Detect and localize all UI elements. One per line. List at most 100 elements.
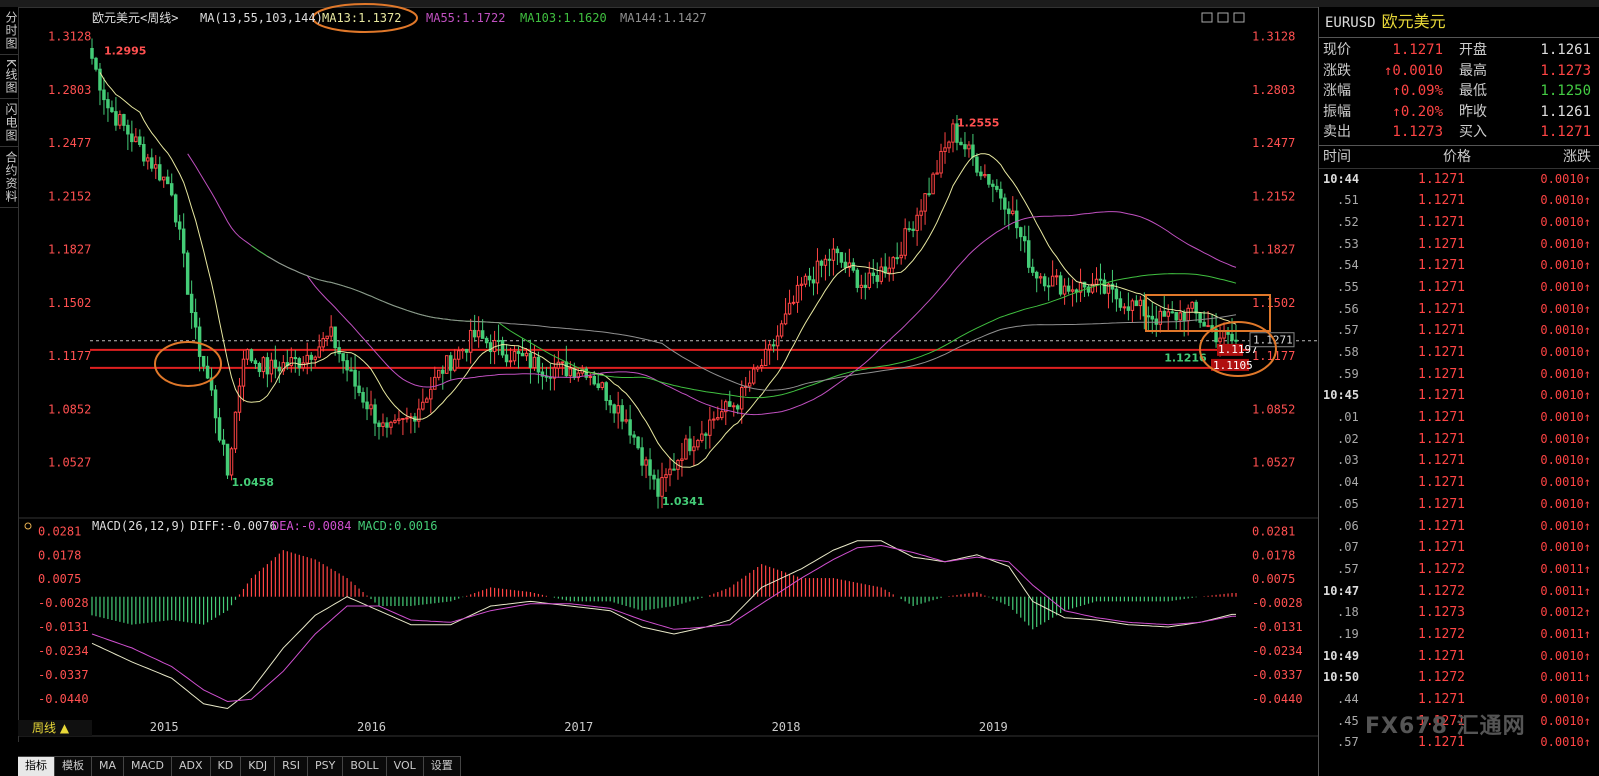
candle	[783, 313, 788, 325]
price-tick-right-4: 1.1827	[1252, 243, 1295, 257]
x-tick-2018: 2018	[772, 720, 801, 734]
tab-6[interactable]: KDJ	[241, 756, 276, 776]
tab-7[interactable]: RSI	[275, 756, 309, 776]
quote-value: 1.1271	[1392, 42, 1443, 58]
candle	[736, 405, 740, 410]
candle	[759, 364, 764, 368]
macd-tick-right-1: 0.0178	[1252, 548, 1295, 562]
symbol-name: 欧元美元	[1381, 12, 1446, 31]
candle	[616, 405, 620, 414]
candle	[1030, 266, 1035, 273]
tab-10[interactable]: VOL	[386, 756, 424, 776]
quote-value: 1.1261	[1540, 42, 1591, 58]
candle	[1150, 315, 1155, 320]
candle	[528, 352, 533, 369]
candle	[189, 293, 194, 314]
chart-canvas[interactable]: 1.3128 1.3128 1.2803 1.2803 1.2477 1.2477 1.21…	[0, 0, 1318, 742]
candle	[1190, 301, 1194, 309]
candle	[640, 447, 644, 466]
tab-1[interactable]: 模板	[55, 756, 92, 776]
price-tick-left-4: 1.1827	[48, 243, 91, 257]
tab-11[interactable]: 设置	[423, 756, 461, 776]
candle	[867, 272, 872, 288]
candle	[1162, 310, 1166, 317]
candle	[130, 133, 134, 143]
candle	[939, 150, 943, 174]
candle	[241, 358, 246, 387]
macd-tick-left-3: -0.0028	[38, 596, 89, 610]
tick-time: .54	[1337, 258, 1359, 273]
price-tick-right-2: 1.2477	[1252, 136, 1295, 150]
candle	[225, 443, 230, 476]
tick-price: 1.1273	[1418, 605, 1465, 621]
macd-tick-right-6: -0.0337	[1252, 668, 1303, 682]
tab-4[interactable]: ADX	[172, 756, 211, 776]
tick-time: .57	[1337, 561, 1359, 576]
candle	[692, 446, 696, 452]
tick-row: .06 1.1271 0.0010↑	[1319, 516, 1599, 538]
tick-time: .53	[1337, 236, 1359, 251]
macd-tick-left-6: -0.0337	[38, 668, 89, 682]
candle	[520, 352, 525, 357]
ticks-list[interactable]: 10:44 1.1271 0.0010↑ .51 1.1271 0.0010↑ .52 1.1…	[1319, 169, 1599, 755]
candle	[680, 458, 684, 461]
candle	[1050, 275, 1055, 287]
candle	[134, 136, 138, 143]
candle	[357, 385, 361, 393]
macd-tick-left-7: -0.0440	[38, 692, 89, 706]
candle	[313, 356, 317, 360]
candle	[309, 354, 313, 360]
candle	[169, 183, 174, 196]
tick-change: 0.0010↑	[1540, 496, 1591, 511]
tick-price: 1.1271	[1418, 345, 1465, 360]
price-tick-left-0: 1.3128	[48, 30, 91, 44]
tab-3[interactable]: MACD	[124, 756, 172, 776]
candle	[871, 272, 876, 277]
price-annotation-6: 1.1105	[1213, 359, 1253, 372]
candle	[433, 376, 437, 390]
candle	[429, 388, 433, 400]
col-time: 时间	[1323, 148, 1351, 165]
tab-9[interactable]: BOLL	[343, 756, 387, 776]
tab-2[interactable]: MA	[92, 756, 125, 776]
candle	[1046, 285, 1051, 288]
candle	[560, 361, 565, 364]
tick-time: .55	[1337, 279, 1359, 294]
candle	[456, 350, 461, 360]
tick-row: .03 1.1271 0.0010↑	[1319, 450, 1599, 472]
candle	[245, 349, 250, 360]
candle	[193, 312, 198, 328]
tab-5[interactable]: KD	[210, 756, 242, 776]
period-label[interactable]: 周线 ▲	[18, 720, 92, 736]
candle	[915, 214, 919, 231]
candle	[963, 144, 967, 150]
candle	[253, 360, 258, 365]
candle	[337, 347, 341, 355]
candle	[660, 477, 664, 497]
tab-0[interactable]: 指标	[18, 756, 55, 776]
candle	[1166, 311, 1170, 317]
tick-row: 10:47 1.1272 0.0011↑	[1319, 581, 1599, 603]
macd-tick-left-0: 0.0281	[38, 524, 81, 538]
candle	[441, 369, 445, 374]
candle	[851, 262, 856, 271]
ma55-line	[187, 153, 1237, 416]
candle	[947, 141, 951, 149]
candle	[568, 368, 573, 377]
candle	[381, 422, 385, 428]
quote-label: 涨幅	[1323, 83, 1351, 99]
tab-8[interactable]: PSY	[308, 756, 344, 776]
candle	[353, 369, 357, 387]
quote-value: ↑0.20%	[1392, 103, 1443, 120]
price-tick-right-3: 1.2152	[1252, 189, 1295, 203]
tick-price: 1.1271	[1418, 214, 1465, 230]
candle	[755, 366, 760, 370]
candle	[365, 401, 369, 410]
tick-change: 0.0012↑	[1540, 605, 1591, 620]
tick-change: 0.0010↑	[1540, 279, 1591, 294]
candle	[911, 228, 915, 231]
candle	[1026, 240, 1031, 268]
candle	[775, 335, 780, 347]
candle	[588, 376, 592, 379]
candle	[464, 348, 469, 353]
